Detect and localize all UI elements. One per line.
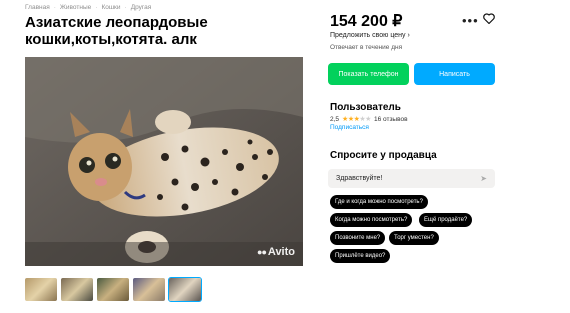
subscribe-link[interactable]: Подписаться (330, 124, 369, 131)
seller-rating: 2,5 ★★★★★ 16 отзывов (330, 115, 408, 124)
show-phone-button[interactable]: Показать телефон (328, 63, 409, 85)
reply-time: Отвечает в течение дня (330, 44, 403, 51)
quick-question-chip[interactable]: Позвоните мне? (330, 231, 386, 245)
seller-name[interactable]: Пользователь (330, 102, 401, 113)
quick-question-chip[interactable]: Где и когда можно посмотреть? (330, 195, 428, 209)
thumbnail-1[interactable] (25, 278, 57, 301)
quick-question-chip[interactable]: Торг уместен? (389, 231, 439, 245)
thumbnail-5[interactable] (168, 277, 202, 302)
rating-stars-icon: ★★★★★ (342, 116, 371, 123)
price: 154 200 ₽ (330, 13, 403, 30)
breadcrumb-cats[interactable]: Кошки (101, 4, 120, 11)
avito-logo-icon: ●● (257, 247, 267, 257)
breadcrumb-separator: · (53, 4, 56, 11)
write-message-button[interactable]: Написать (414, 63, 495, 85)
main-photo[interactable]: ●● Avito (25, 57, 303, 266)
breadcrumb-separator: · (124, 4, 127, 11)
ask-seller-title: Спросите у продавца (330, 150, 437, 161)
send-icon[interactable]: ➤ (480, 174, 487, 183)
breadcrumb-animals[interactable]: Животные (60, 4, 91, 11)
thumbnail-2[interactable] (61, 278, 93, 301)
thumbnail-3[interactable] (97, 278, 129, 301)
cat-photo-illustration (25, 57, 303, 266)
chevron-right-icon: › (407, 32, 410, 39)
quick-question-chip[interactable]: Ещё продаёте? (419, 213, 473, 227)
favorite-heart-icon[interactable] (483, 11, 495, 29)
message-input-value: Здравствуйте! (336, 175, 383, 182)
quick-question-chip[interactable]: Пришлёте видео? (330, 249, 391, 263)
message-input[interactable]: Здравствуйте! ➤ (328, 169, 495, 188)
avito-watermark: ●● Avito (257, 246, 295, 258)
listing-title: Азиатские леопардовые кошки,коты,котята.… (25, 14, 208, 48)
offer-price-link[interactable]: Предложить свою цену › (330, 32, 410, 39)
reviews-link[interactable]: 16 отзывов (374, 116, 408, 123)
quick-question-chip[interactable]: Когда можно посмотреть? (330, 213, 413, 227)
breadcrumb-home[interactable]: Главная (25, 4, 50, 11)
more-options-icon[interactable]: ••• (462, 13, 479, 28)
breadcrumb: Главная · Животные · Кошки · Другая (25, 4, 151, 11)
thumbnail-strip (25, 277, 202, 302)
rating-value: 2,5 (330, 115, 340, 123)
breadcrumb-separator: · (95, 4, 98, 11)
breadcrumb-other[interactable]: Другая (131, 4, 152, 11)
thumbnail-4[interactable] (133, 278, 165, 301)
